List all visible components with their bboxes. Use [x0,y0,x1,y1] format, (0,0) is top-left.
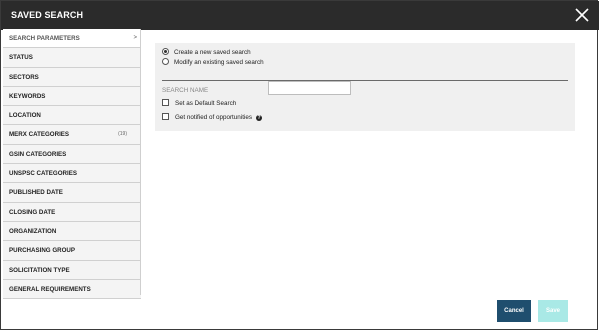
radio-modify-label: Modify an existing saved search [174,59,264,66]
sidebar-item-label: GSIN CATEGORIES [9,150,67,158]
sidebar-item-label: LOCATION [9,112,41,120]
sidebar-item-label: SEARCH PARAMETERS [9,35,80,42]
save-button[interactable]: Save [538,300,568,322]
radio-unselected-icon[interactable] [162,58,169,65]
sidebar-item-general-requirements[interactable]: GENERAL REQUIREMENTS [3,279,141,300]
notify-checkbox[interactable] [162,113,169,120]
search-name-input[interactable] [268,81,351,95]
default-search-checkbox[interactable] [162,99,169,106]
sidebar-item-solicitation-type[interactable]: SOLICITATION TYPE [3,260,141,280]
sidebar-item-unspsc-categories[interactable]: UNSPSC CATEGORIES [3,164,141,184]
close-icon[interactable] [573,6,591,24]
sidebar-item-label: PURCHASING GROUP [9,247,76,255]
sidebar-item-sectors[interactable]: SECTORS [3,67,141,87]
dialog-title: SAVED SEARCH [11,10,84,20]
help-icon[interactable]: ? [256,115,263,121]
default-search-label: Set as Default Search [175,100,237,107]
sidebar-nav: SEARCH PARAMETERS > STATUS SECTORS KEYWO… [3,29,141,300]
sidebar-item-label: PUBLISHED DATE [9,189,63,197]
sidebar-item-status[interactable]: STATUS [3,48,141,68]
search-parameters-panel: Create a new saved search Modify an exis… [155,43,575,131]
radio-create-label: Create a new saved search [174,49,251,56]
category-count-badge: (19) [118,131,127,138]
sidebar-item-label: SECTORS [9,73,39,81]
sidebar-item-label: GENERAL REQUIREMENTS [9,285,91,293]
sidebar-item-purchasing-group[interactable]: PURCHASING GROUP [3,241,141,261]
sidebar-item-label: CLOSING DATE [9,208,56,216]
sidebar-item-search-parameters[interactable]: SEARCH PARAMETERS > [3,29,141,49]
sidebar-item-label: KEYWORDS [9,92,46,100]
default-search-option[interactable]: Set as Default Search [162,99,236,107]
form-divider [162,80,568,81]
notify-label: Get notified of opportunities [175,114,253,121]
dialog-titlebar: SAVED SEARCH [1,1,599,30]
radio-create-new[interactable]: Create a new saved search [162,48,251,56]
search-name-label: SEARCH NAME [162,87,209,94]
sidebar-item-label: SOLICITATION TYPE [9,266,70,274]
sidebar-item-organization[interactable]: ORGANIZATION [3,221,141,242]
sidebar-item-keywords[interactable]: KEYWORDS [3,86,141,107]
cancel-button[interactable]: Cancel [497,300,531,322]
sidebar-item-gsin-categories[interactable]: GSIN CATEGORIES [3,144,141,165]
chevron-right-icon: > [133,35,137,41]
sidebar-item-location[interactable]: LOCATION [3,106,141,126]
sidebar-item-label: MERX CATEGORIES [9,131,70,139]
sidebar-item-label: ORGANIZATION [9,227,57,235]
radio-modify-existing[interactable]: Modify an existing saved search [162,58,264,66]
sidebar-item-closing-date[interactable]: CLOSING DATE [3,202,141,222]
sidebar-item-label: UNSPSC CATEGORIES [9,170,77,178]
sidebar-item-merx-categories[interactable]: MERX CATEGORIES (19) [3,125,141,145]
notify-option[interactable]: Get notified of opportunities? [162,113,263,121]
sidebar-item-published-date[interactable]: PUBLISHED DATE [3,183,141,203]
sidebar-item-label: STATUS [9,54,33,62]
radio-selected-icon[interactable] [162,48,169,55]
